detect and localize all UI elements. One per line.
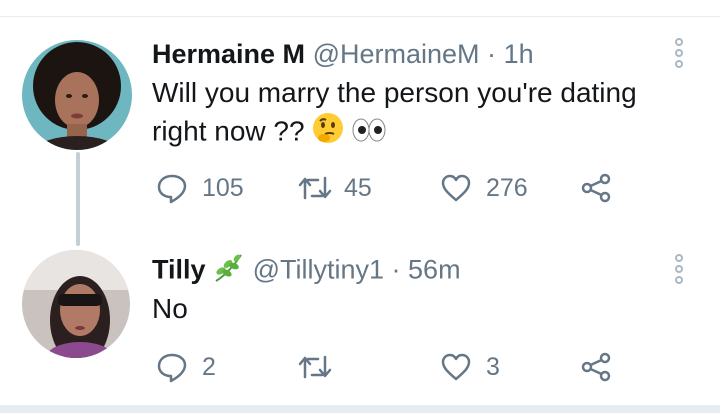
- retweet-count: 45: [344, 173, 372, 202]
- like-count: 276: [486, 173, 528, 202]
- herb-emoji: [213, 253, 245, 290]
- tweet-header: Hermaine M @HermaineM · 1h: [152, 38, 534, 70]
- share-icon: [580, 351, 612, 383]
- bottom-divider: [0, 405, 720, 413]
- tweet-text-line: right now ??: [152, 112, 692, 154]
- retweet-button[interactable]: [298, 351, 344, 383]
- reply-button[interactable]: 2: [156, 351, 216, 383]
- avatar-hermaine[interactable]: [22, 40, 132, 150]
- tweet-text-line: Will you marry the person you're dating: [152, 77, 637, 108]
- like-button[interactable]: 3: [440, 351, 500, 383]
- tweet-text-line2: right now ??: [152, 115, 305, 147]
- eyes-emoji: [352, 114, 386, 152]
- reply-icon: [156, 351, 188, 383]
- like-count: 3: [486, 352, 500, 381]
- reply-count: 105: [202, 173, 244, 202]
- retweet-icon: [298, 172, 332, 204]
- author-name[interactable]: Tilly: [152, 255, 206, 285]
- reply-count: 2: [202, 352, 216, 381]
- retweet-icon: [298, 351, 332, 383]
- tweet-text: Will you marry the person you're dating …: [152, 74, 692, 154]
- share-icon: [580, 172, 612, 204]
- like-button[interactable]: 276: [440, 172, 528, 204]
- avatar-tilly[interactable]: [22, 250, 130, 358]
- more-options-icon[interactable]: [670, 254, 688, 290]
- tweet-time[interactable]: 1h: [504, 39, 534, 69]
- retweet-button[interactable]: 45: [298, 172, 372, 204]
- tweet-text: No: [152, 293, 188, 324]
- author-name[interactable]: Hermaine M: [152, 39, 305, 69]
- separator-dot: ·: [487, 39, 497, 69]
- top-divider: [0, 0, 720, 17]
- reply-button[interactable]: 105: [156, 172, 244, 204]
- share-button[interactable]: [580, 351, 626, 383]
- more-options-icon[interactable]: [670, 38, 688, 74]
- separator-dot: ·: [391, 254, 401, 285]
- tweet-time[interactable]: 56m: [408, 255, 461, 285]
- reply-icon: [156, 172, 188, 204]
- author-handle[interactable]: @Tillytiny1: [253, 255, 384, 285]
- thread-line: [76, 152, 80, 246]
- heart-icon: [440, 351, 472, 383]
- author-handle[interactable]: @HermaineM: [313, 39, 480, 69]
- heart-icon: [440, 172, 472, 204]
- tweet-header: Tilly @Tillytiny1 · 56m: [152, 253, 461, 290]
- share-button[interactable]: [580, 172, 626, 204]
- thinking-face-emoji: [312, 112, 344, 154]
